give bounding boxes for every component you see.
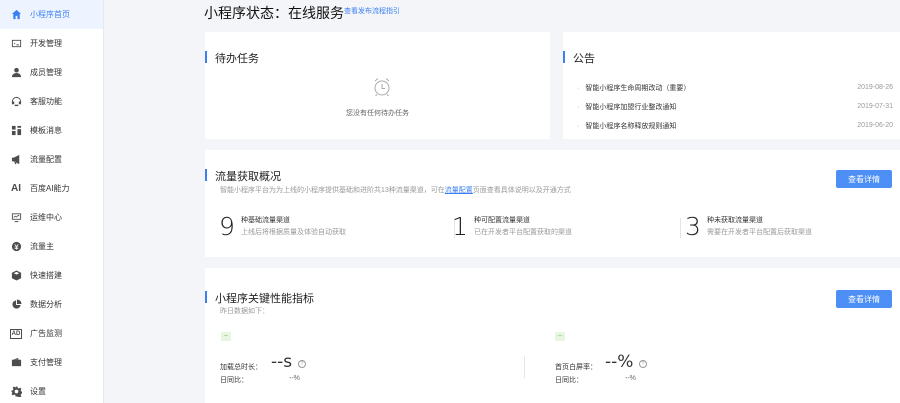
help-icon[interactable]: ? [639, 360, 647, 368]
sidebar-item-ops[interactable]: 运维中心 [0, 203, 103, 232]
sidebar-item-settings[interactable]: 设置 [0, 377, 103, 403]
traffic-details-button[interactable]: 查看详情 [836, 170, 892, 188]
traffic-title: 流量获取概况 [205, 168, 281, 184]
status-badge: -- [555, 332, 565, 341]
divider [680, 218, 681, 238]
stat-unacquired-channels: 3 种未获取流量渠道 需要在开发者平台配置后获取渠道 [685, 212, 812, 241]
todo-empty-text: 您没有任何待办任务 [346, 110, 409, 117]
sidebar-item-label: 流量主 [30, 242, 54, 251]
notice-item[interactable]: 智能小程序加盟行业整改通知 2019-07-31 [577, 97, 893, 116]
cube-icon [10, 270, 22, 282]
white-screen-compare-label: 日同比： [555, 377, 583, 384]
sidebar-item-label: 数据分析 [30, 300, 62, 309]
help-icon[interactable]: ? [298, 360, 306, 368]
load-time-label: 加载总时长： [220, 364, 262, 371]
todo-title: 待办任务 [205, 50, 259, 66]
sidebar-item-dev[interactable]: 开发管理 [0, 29, 103, 58]
ai-icon: AI [11, 183, 21, 194]
sidebar-item-label: 客服功能 [30, 97, 62, 106]
user-icon [10, 67, 22, 79]
pie-chart-icon [10, 299, 22, 311]
sidebar-item-label: 广告监测 [30, 329, 62, 338]
sidebar-item-label: 成员管理 [30, 68, 62, 77]
sidebar-item-label: 开发管理 [30, 39, 62, 48]
stat-configurable-channels: 1 种可配置流量渠道 已在开发者平台配置获取的渠道 [452, 212, 572, 241]
sidebar-item-label: 运维中心 [30, 213, 62, 222]
sidebar-item-label: 设置 [30, 387, 46, 396]
sidebar-item-label: 快速搭建 [30, 271, 62, 280]
traffic-overview-card: 流量获取概况 智能小程序平台为为上线的小程序提供基础和进阶共13种流量渠道，可在… [205, 150, 900, 257]
sidebar-item-baidu-ai[interactable]: AI 百度AI能力 [0, 174, 103, 203]
sidebar-item-label: 小程序首页 [30, 10, 70, 19]
load-time-value: --s [271, 352, 293, 372]
sidebar-item-label: 百度AI能力 [30, 184, 70, 193]
status-badge: -- [221, 332, 231, 341]
sidebar-item-analytics[interactable]: 数据分析 [0, 290, 103, 319]
sidebar-item-members[interactable]: 成员管理 [0, 58, 103, 87]
performance-details-button[interactable]: 查看详情 [836, 290, 892, 308]
monitor-icon [10, 212, 22, 224]
sidebar-item-traffic-config[interactable]: 流量配置 [0, 145, 103, 174]
load-time-compare-value: --% [289, 375, 300, 382]
headset-icon [10, 96, 22, 108]
wallet-icon [10, 357, 22, 369]
coin-icon [10, 241, 22, 253]
clock-icon [374, 78, 390, 97]
notice-title: 公告 [563, 50, 595, 66]
performance-card: 小程序关键性能指标 昨日数据如下： 查看详情 -- 加载总时长： --s ? 日… [205, 268, 900, 403]
sidebar-item-ad-monitor[interactable]: AD 广告监测 [0, 319, 103, 348]
load-time-compare-label: 日同比： [220, 377, 248, 384]
traffic-description: 智能小程序平台为为上线的小程序提供基础和进阶共13种流量渠道，可在流量配置页面查… [220, 187, 571, 194]
sidebar-item-home[interactable]: 小程序首页 [0, 0, 103, 29]
sidebar-item-template[interactable]: 模板消息 [0, 116, 103, 145]
main-content: 小程序状态：在线服务 查看发布流程指引 待办任务 您没有任何待办任务 公告 智能… [104, 0, 900, 403]
sidebar-item-label: 支付管理 [30, 358, 62, 367]
code-icon [10, 38, 22, 50]
white-screen-value: --% [605, 352, 634, 372]
notice-list: 智能小程序生命周期改动（重要） 2019-08-26 智能小程序加盟行业整改通知… [577, 78, 893, 135]
ad-icon: AD [10, 328, 22, 339]
gear-icon [10, 386, 22, 398]
stat-basic-channels: 9 种基础流量渠道 上线后将根据质量及体验自动获取 [219, 212, 346, 241]
sidebar-item-payment[interactable]: 支付管理 [0, 348, 103, 377]
megaphone-icon [10, 154, 22, 166]
todo-card: 待办任务 您没有任何待办任务 [205, 32, 550, 139]
traffic-config-link[interactable]: 流量配置 [445, 187, 473, 194]
white-screen-label: 首页白屏率： [555, 364, 597, 371]
sidebar-item-quick-build[interactable]: 快速搭建 [0, 261, 103, 290]
sidebar-item-service[interactable]: 客服功能 [0, 87, 103, 116]
performance-title: 小程序关键性能指标 [205, 290, 314, 306]
template-icon [10, 125, 22, 137]
notice-card: 公告 智能小程序生命周期改动（重要） 2019-08-26 智能小程序加盟行业整… [563, 32, 900, 139]
notice-item[interactable]: 智能小程序名称释放规则通知 2019-06-20 [577, 116, 893, 135]
performance-subtitle: 昨日数据如下： [220, 308, 269, 315]
sidebar: 小程序首页 开发管理 成员管理 客服功能 模板消息 流量配置 AI 百度AI能力… [0, 0, 104, 403]
notice-item[interactable]: 智能小程序生命周期改动（重要） 2019-08-26 [577, 78, 893, 97]
page-title: 小程序状态：在线服务 [204, 5, 344, 21]
sidebar-item-label: 模板消息 [30, 126, 62, 135]
publish-guide-link[interactable]: 查看发布流程指引 [344, 6, 400, 16]
sidebar-item-traffic-owner[interactable]: 流量主 [0, 232, 103, 261]
home-icon [10, 9, 22, 21]
divider [524, 356, 525, 378]
sidebar-item-label: 流量配置 [30, 155, 62, 164]
white-screen-compare-value: --% [625, 375, 636, 382]
